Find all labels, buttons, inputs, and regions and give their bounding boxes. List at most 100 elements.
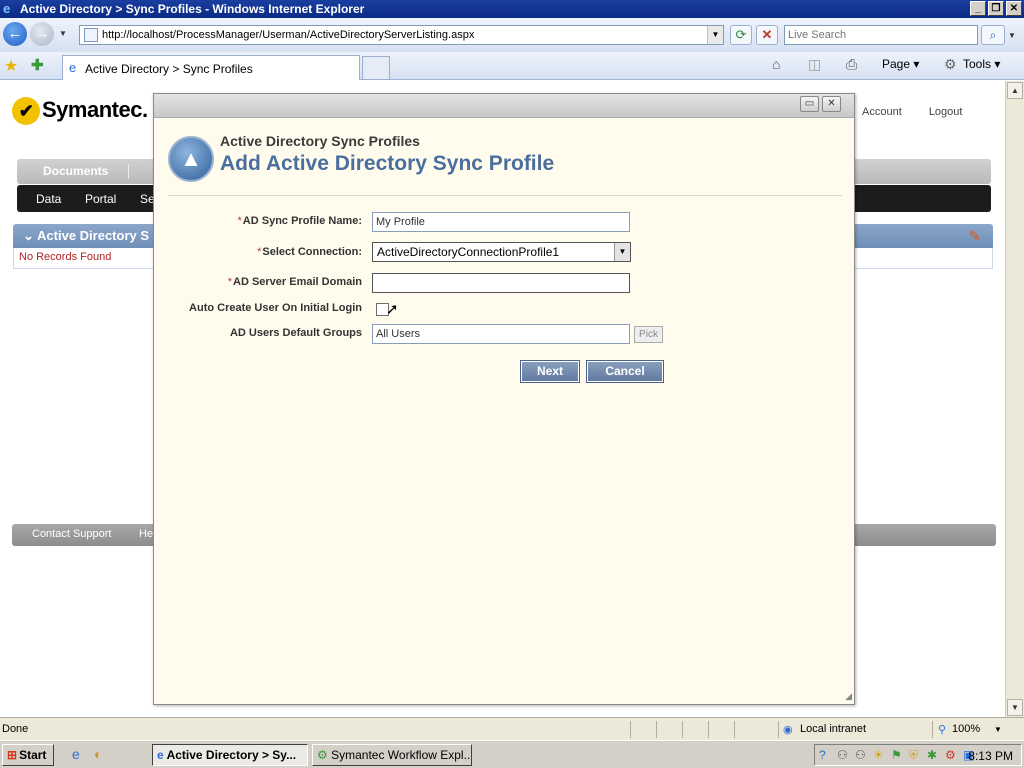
intranet-globe-icon: ◉ — [783, 724, 793, 736]
connection-select[interactable]: ActiveDirectoryConnectionProfile1 ▼ — [372, 242, 631, 262]
logout-link[interactable]: Logout — [929, 106, 963, 118]
feeds-icon[interactable]: ◫ — [808, 56, 821, 73]
mouse-pointer-icon: ➚ — [386, 301, 399, 318]
menu-separator — [128, 164, 129, 179]
account-link[interactable]: Account — [862, 106, 902, 118]
chevron-down-icon[interactable]: ▼ — [614, 243, 630, 261]
tray-alert-icon[interactable]: ⚙ — [945, 748, 956, 762]
connection-label: *Select Connection: — [257, 246, 362, 258]
status-divider — [630, 721, 631, 738]
divider — [168, 195, 842, 196]
zoom-level[interactable]: 100% — [952, 723, 980, 735]
restore-button[interactable]: ❐ — [988, 1, 1004, 16]
next-button[interactable]: Next — [520, 360, 580, 383]
menu-data[interactable]: Data — [36, 192, 61, 206]
scroll-down-icon[interactable]: ▼ — [1007, 699, 1023, 716]
logo-text: Symantec. — [42, 97, 148, 122]
history-dropdown-icon[interactable]: ▼ — [59, 29, 67, 38]
tab-label: Active Directory > Sync Profiles — [85, 62, 253, 76]
search-input[interactable] — [785, 26, 977, 44]
profile-name-label: *AD Sync Profile Name: — [237, 215, 362, 227]
status-text: Done — [2, 723, 29, 735]
menu-portal[interactable]: Portal — [85, 192, 116, 206]
shield-icon[interactable]: ⛨ — [909, 748, 918, 763]
window-title-bar: e Active Directory > Sync Profiles - Win… — [0, 0, 1024, 18]
workflow-logo-icon: ▲ — [168, 136, 214, 182]
checkmark-icon: ✔ — [12, 97, 40, 126]
tools-menu-label: Tools — [963, 57, 992, 71]
url-text[interactable]: http://localhost/ProcessManager/Userman/… — [102, 29, 474, 41]
taskbar-item-workflow[interactable]: ⚙ Symantec Workflow Expl... — [312, 744, 472, 766]
network-icon[interactable]: ⚇ — [837, 748, 848, 762]
help-icon[interactable]: ? — [819, 748, 826, 762]
live-search-box[interactable] — [784, 25, 978, 45]
status-divider — [778, 721, 779, 738]
minimize-button[interactable]: _ — [970, 1, 986, 16]
page-menu-label: Page — [882, 57, 911, 71]
tools-gear-icon: ⚙ — [944, 56, 957, 72]
close-window-button[interactable]: ✕ — [1006, 1, 1022, 16]
zone-text: Local intranet — [800, 723, 867, 735]
tab-ie-icon: e — [69, 60, 77, 75]
quicklaunch-folder-icon[interactable]: ◐ — [94, 746, 102, 762]
resize-grip-icon[interactable]: ◢ — [845, 691, 852, 702]
profile-name-input[interactable] — [372, 212, 630, 232]
action-icon[interactable]: ✎ — [968, 227, 981, 245]
system-tray: ? ⚇ ⚇ ☀ ⚑ ⛨ ✱ ⚙ ▣ 8:13 PM — [814, 744, 1022, 766]
search-icon[interactable]: ⌕ — [981, 25, 1005, 45]
section-title: ⌄ Active Directory S — [23, 228, 150, 243]
refresh-button[interactable]: ⟳ — [730, 25, 752, 45]
quicklaunch-ie-icon[interactable]: e — [72, 746, 80, 762]
tools-menu[interactable]: Tools ▾ — [963, 57, 1000, 71]
pick-button[interactable]: Pick — [634, 326, 663, 343]
address-toolbar: ← → ▼ http://localhost/ProcessManager/Us… — [0, 18, 1024, 52]
add-sync-profile-dialog: ▭ ✕ ▲ Active Directory Sync Profiles Add… — [153, 93, 855, 705]
help-link[interactable]: He — [139, 528, 153, 540]
users-icon[interactable]: ⚇ — [855, 748, 866, 762]
favorites-star-icon[interactable]: ★ — [4, 56, 18, 76]
search-options-icon[interactable]: ▼ — [1008, 31, 1016, 40]
command-bar: ★ ✚ e Active Directory > Sync Profiles ⌂… — [0, 52, 1024, 80]
taskbar-item-workflow-label: Symantec Workflow Expl... — [331, 748, 472, 762]
default-groups-input[interactable] — [372, 324, 630, 344]
default-groups-label: AD Users Default Groups — [229, 327, 362, 339]
browser-tab[interactable]: e Active Directory > Sync Profiles — [62, 55, 360, 80]
stop-button[interactable]: ✕ — [756, 25, 778, 45]
page-icon — [84, 28, 98, 42]
taskbar: ⊞ Start e ◐ e Active Directory > Sy... ⚙ … — [0, 740, 1024, 768]
sun-icon[interactable]: ☀ — [873, 748, 884, 762]
window-title: Active Directory > Sync Profiles - Windo… — [20, 2, 365, 16]
symantec-logo: ✔ Symantec. — [12, 97, 148, 126]
contact-support-link[interactable]: Contact Support — [32, 528, 112, 540]
address-field[interactable]: http://localhost/ProcessManager/Userman/… — [79, 25, 724, 45]
taskbar-item-ie[interactable]: e Active Directory > Sy... — [152, 744, 308, 766]
print-icon[interactable]: ⎙ — [846, 56, 857, 73]
start-button[interactable]: ⊞ Start — [2, 744, 54, 766]
scroll-up-icon[interactable]: ▲ — [1007, 82, 1023, 99]
tray-tool-icon[interactable]: ✱ — [927, 748, 937, 762]
forward-button[interactable]: → — [30, 22, 54, 46]
close-dialog-button[interactable]: ✕ — [822, 96, 841, 112]
vertical-scrollbar[interactable]: ▲ ▼ — [1005, 81, 1024, 717]
home-icon[interactable]: ⌂ — [772, 56, 780, 72]
no-records-text: No Records Found — [19, 251, 112, 263]
auto-create-label: Auto Create User On Initial Login — [189, 302, 362, 314]
new-tab-button[interactable] — [362, 56, 390, 80]
status-bar: Done ◉ Local intranet ⚲ 100% ▼ — [0, 717, 1024, 740]
add-favorites-icon[interactable]: ✚ — [31, 56, 44, 74]
dialog-title: Add Active Directory Sync Profile — [220, 152, 555, 175]
tray-app-icon[interactable]: ⚑ — [891, 748, 902, 762]
zoom-dropdown-icon[interactable]: ▼ — [994, 725, 1002, 734]
top-links: Account Logout — [862, 106, 986, 118]
back-button[interactable]: ← — [3, 22, 27, 46]
email-domain-input[interactable] — [372, 273, 630, 293]
maximize-dialog-button[interactable]: ▭ — [800, 96, 819, 112]
dialog-header: ▭ ✕ — [154, 94, 854, 118]
connection-value: ActiveDirectoryConnectionProfile1 — [377, 245, 560, 259]
taskbar-item-ie-label: Active Directory > Sy... — [166, 748, 297, 762]
address-dropdown-icon[interactable]: ▼ — [707, 26, 723, 44]
cancel-button[interactable]: Cancel — [586, 360, 664, 383]
page-menu[interactable]: Page ▾ — [882, 57, 919, 71]
email-domain-label-text: AD Server Email Domain — [233, 276, 362, 288]
menu-documents[interactable]: Documents — [43, 164, 108, 178]
